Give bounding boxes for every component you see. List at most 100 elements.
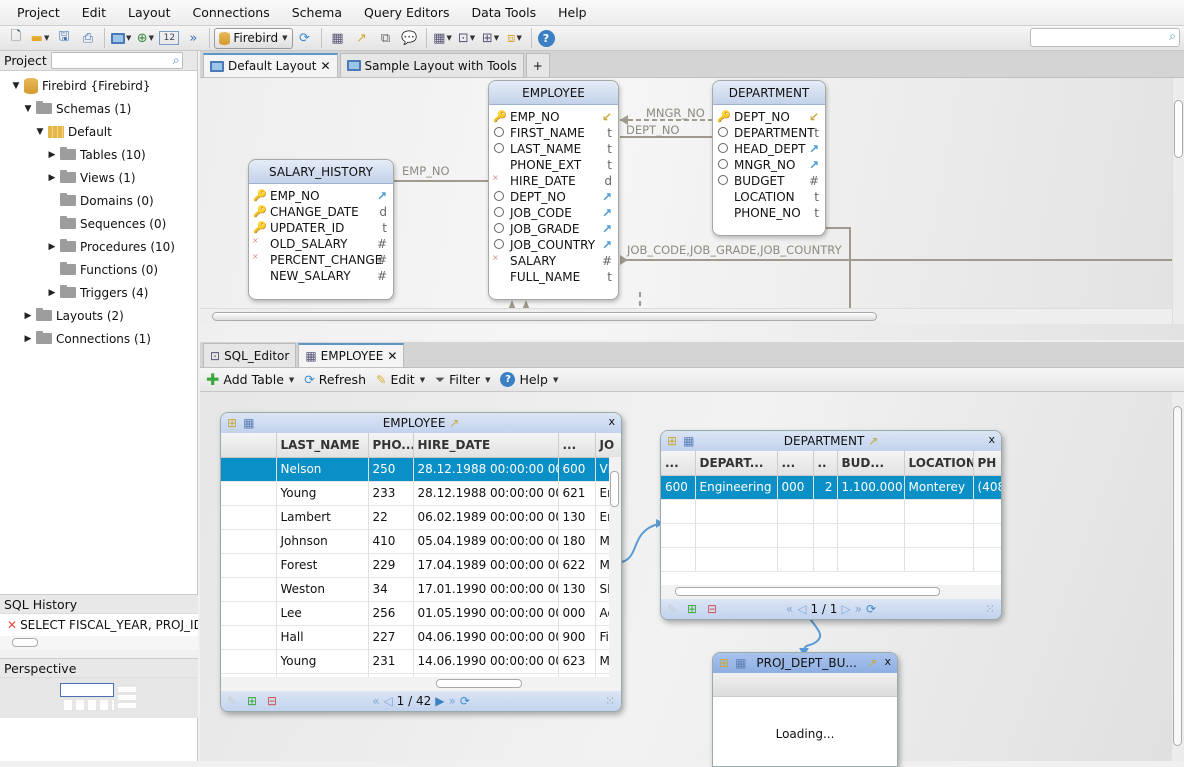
proj-dept-grid-window[interactable]: ⊞ ▦ PROJ_DEPT_BU... ↗ x Loading... — [712, 652, 898, 767]
sql-console-icon[interactable]: ⊡ ▼ — [457, 28, 477, 48]
table-cell[interactable] — [221, 457, 277, 482]
tree-item[interactable]: ▶ Tables (10) — [0, 143, 197, 166]
refresh-icon[interactable]: ⟳ — [866, 602, 876, 616]
diagram-horizontal-scrollbar[interactable] — [200, 308, 1172, 324]
zoom-level-box[interactable]: 12 — [159, 31, 180, 45]
table-cell[interactable]: 256 — [368, 601, 414, 626]
sql-history-item[interactable]: ✕ SELECT FISCAL_YEAR, PROJ_ID — [0, 614, 198, 636]
query-builder-icon[interactable]: ⊞ ▼ — [481, 28, 501, 48]
department-grid-window[interactable]: ⊞ ▦ DEPARTMENT ↗ x ... DEPART........ BUD..… — [660, 430, 1002, 620]
table-cell[interactable]: 600 — [661, 475, 696, 500]
entity-column[interactable]: JOB_COUNTRY ↗ — [489, 237, 618, 253]
table-cell[interactable] — [221, 553, 277, 578]
menu-connections[interactable]: Connections — [182, 5, 281, 20]
table-cell[interactable]: 17.01.1990 00:00:00 000 — [413, 577, 559, 602]
entity-column[interactable]: LOCATION t — [713, 189, 825, 205]
entity-column[interactable]: 🔑 EMP_NO ↙ — [489, 109, 618, 125]
table-cell[interactable]: Lambert — [276, 505, 369, 530]
column-header[interactable]: ... — [661, 451, 696, 476]
entity-column[interactable]: JOB_CODE ↗ — [489, 205, 618, 221]
next-page-icon[interactable]: ▶ — [435, 694, 444, 708]
menu-schema[interactable]: Schema — [281, 5, 353, 20]
table-cell[interactable]: 130 — [558, 505, 596, 530]
relation-arrow-icon[interactable]: ↗ — [352, 28, 372, 48]
table-cell[interactable]: (408) — [973, 475, 1001, 500]
tree-item[interactable]: ▶ Views (1) — [0, 166, 197, 189]
table-cell[interactable]: Engineering — [695, 475, 778, 500]
table-cell[interactable]: 623 — [558, 649, 596, 674]
tree-item[interactable]: ▶ Triggers (4) — [0, 281, 197, 304]
table-row[interactable]: Johnson41005.04.1989 00:00:00 000180Mk — [221, 529, 621, 554]
table-cell[interactable]: 410 — [368, 529, 414, 554]
table-cell[interactable]: 600 — [558, 457, 596, 482]
sql-history-scrollbar[interactable] — [0, 636, 198, 650]
expand-down-icon[interactable]: ▼ — [10, 81, 22, 91]
table-row[interactable]: Lambert 22 06.02.1989 00:00:00 000 130 En — [221, 505, 621, 530]
tree-item[interactable]: ▶ Layouts (2) — [0, 304, 197, 327]
table-row[interactable]: Lee 256 01.05.1990 00:00:00 000 000 Ad — [221, 601, 621, 626]
table-cell[interactable]: 180 — [558, 529, 596, 554]
add-table-button[interactable]: ✚ Add Table ▼ — [206, 370, 294, 389]
comment-icon[interactable]: 💬 — [400, 28, 420, 48]
table-cell[interactable]: Hall — [276, 625, 369, 650]
project-search-input[interactable]: ⌕ — [50, 52, 183, 69]
edit-button[interactable]: ✎ Edit ▼ — [376, 372, 425, 387]
table-cell[interactable]: 2 — [813, 475, 838, 500]
department-grid-hscroll[interactable] — [661, 585, 1001, 599]
table-icon[interactable]: ▦ — [328, 28, 348, 48]
employee-grid-vscroll[interactable] — [609, 457, 621, 679]
table-cell[interactable]: 34 — [368, 577, 414, 602]
next-page-icon[interactable]: ▷ — [841, 602, 850, 616]
table-cell[interactable]: 000 — [558, 601, 596, 626]
group-icon[interactable]: ⧉ — [376, 28, 396, 48]
save-icon[interactable]: 🖫 — [54, 28, 74, 48]
perspective-minimap[interactable] — [0, 678, 198, 718]
entity-title[interactable]: EMPLOYEE — [489, 81, 618, 105]
help-button[interactable]: ? Help ▼ — [500, 372, 558, 387]
column-header[interactable]: LOCATION — [904, 451, 974, 476]
entity-salary-history[interactable]: SALARY_HISTORY 🔑 EMP_NO ↗ 🔑 CHANGE_DATE d 🔑 UPDA… — [248, 159, 394, 300]
menu-query-editors[interactable]: Query Editors — [353, 5, 460, 20]
table-cell[interactable]: 231 — [368, 649, 414, 674]
menu-data-tools[interactable]: Data Tools — [460, 5, 547, 20]
entity-column[interactable]: PHONE_NO t — [713, 205, 825, 221]
table-cell[interactable]: 14.06.1990 00:00:00 000 — [413, 649, 559, 674]
entity-column[interactable]: × HIRE_DATE d — [489, 173, 618, 189]
expand-down-icon[interactable]: ▼ — [34, 127, 46, 137]
table-cell[interactable] — [221, 601, 277, 626]
entity-column[interactable]: BUDGET # — [713, 173, 825, 189]
table-cell[interactable]: 06.02.1989 00:00:00 000 — [413, 505, 559, 530]
open-folder-icon[interactable]: ▬ ▼ — [30, 28, 50, 48]
tree-item[interactable]: ▶ Connections (1) — [0, 327, 197, 350]
entity-column[interactable]: DEPARTMENT t — [713, 125, 825, 141]
table-cell[interactable]: Nelson — [276, 457, 369, 482]
table-cell[interactable]: 233 — [368, 481, 414, 506]
add-row-icon[interactable]: ⊞ — [247, 694, 257, 708]
column-header[interactable]: LAST_NAME — [276, 433, 369, 458]
table-cell[interactable]: Forest — [276, 553, 369, 578]
entity-column[interactable]: × SALARY # — [489, 253, 618, 269]
data-grid-icon[interactable]: ▦ ▼ — [433, 28, 453, 48]
refresh-button[interactable]: ⟳ Refresh — [304, 372, 366, 387]
expand-right-icon[interactable]: ▶ — [46, 288, 58, 298]
table-row[interactable]: 600Engineering00021.100.000Monterey(408) — [661, 475, 1001, 500]
table-cell[interactable]: 28.12.1988 00:00:00 000 — [413, 481, 559, 506]
expand-right-icon[interactable]: ▶ — [22, 311, 34, 321]
layout-tab[interactable]: Default Layout ✕ — [203, 53, 338, 77]
tree-item[interactable]: Domains (0) — [0, 189, 197, 212]
table-select-icon[interactable]: ▦ — [735, 656, 746, 670]
table-row[interactable]: Weston 34 17.01.1990 00:00:00 000 130 SR — [221, 577, 621, 602]
menu-layout[interactable]: Layout — [117, 5, 182, 20]
diagram-vertical-scrollbar[interactable] — [1172, 78, 1184, 324]
connection-selector[interactable]: Firebird ▼ — [214, 27, 293, 49]
last-page-icon[interactable]: » — [855, 602, 862, 616]
column-header[interactable]: PH — [973, 451, 1001, 476]
table-cell[interactable]: 227 — [368, 625, 414, 650]
menu-help[interactable]: Help — [547, 5, 598, 20]
table-cell[interactable]: 622 — [558, 553, 596, 578]
layout-tab[interactable]: + — [525, 53, 550, 77]
table-cell[interactable]: 22 — [368, 505, 414, 530]
prev-page-icon[interactable]: ◁ — [383, 694, 392, 708]
tree-item[interactable]: ▼ Schemas (1) — [0, 97, 197, 120]
add-row-icon[interactable]: ⊞ — [687, 602, 697, 616]
